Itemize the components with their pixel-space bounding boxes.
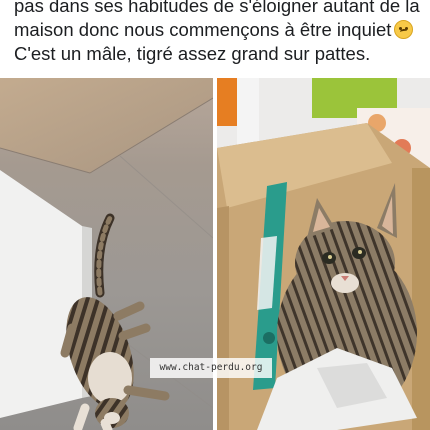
post-line: C'est un mâle, tigré assez grand sur pat… xyxy=(14,43,371,64)
watermark: www.chat-perdu.org xyxy=(150,358,272,378)
post-body-text: pas dans ses habitudes de s'éloigner aut… xyxy=(14,0,428,66)
post-line: maison donc nous commençons à être inqui… xyxy=(14,18,428,42)
post-card: pas dans ses habitudes de s'éloigner aut… xyxy=(0,0,430,430)
photo-grid: www.chat-perdu.org xyxy=(0,78,430,430)
worried-face-icon xyxy=(394,20,414,39)
post-line: pas dans ses habitudes de s'éloigner aut… xyxy=(14,0,420,16)
